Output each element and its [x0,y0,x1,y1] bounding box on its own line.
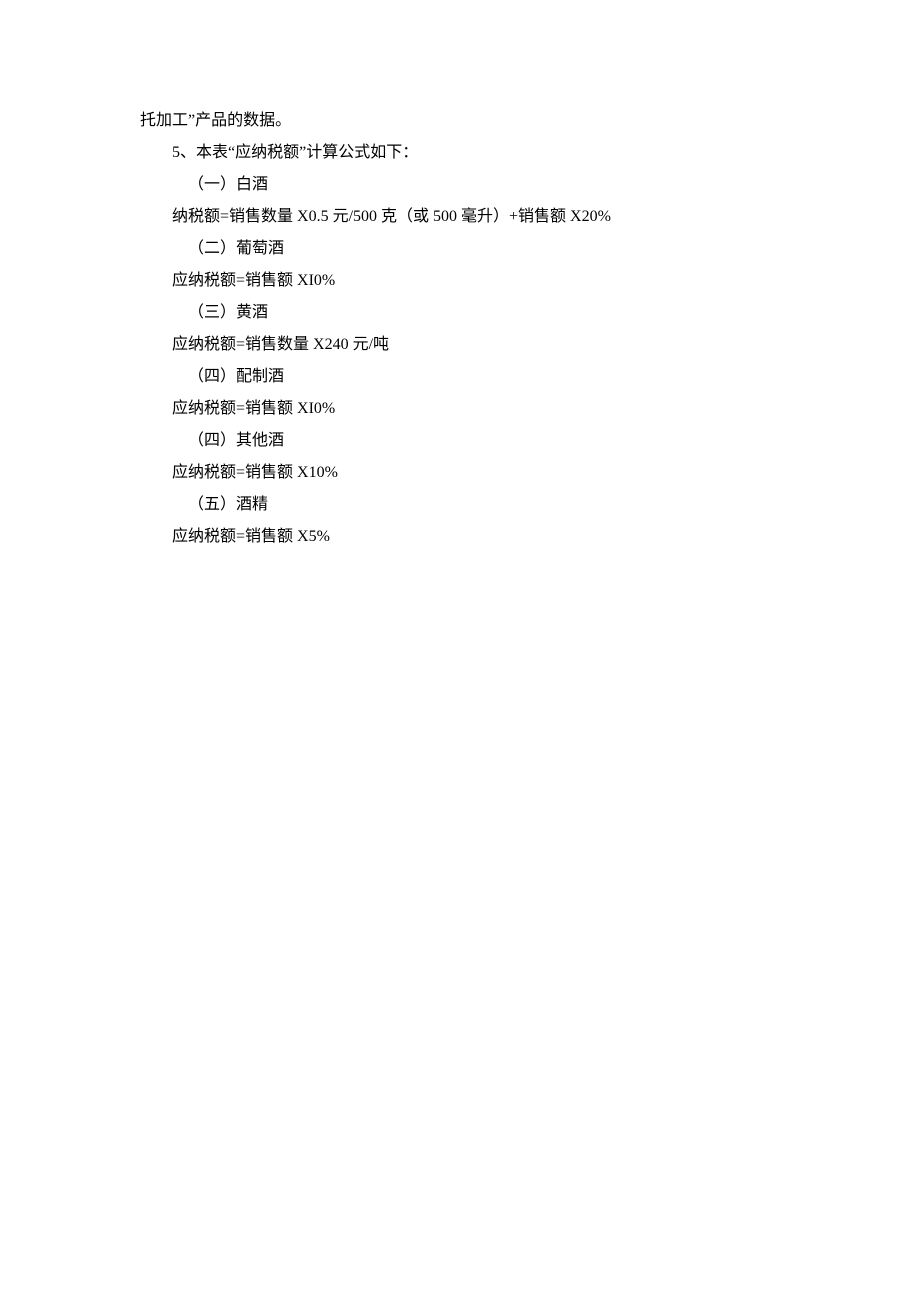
text-line: 应纳税额=销售额 XI0% [140,393,820,425]
text-line: 应纳税额=销售额 X5% [140,521,820,553]
text-line: 托加工”产品的数据。 [140,105,820,137]
text-line: （四）配制酒 [140,361,820,393]
text-line: （三）黄酒 [140,297,820,329]
text-line: 应纳税额=销售额 XI0% [140,265,820,297]
text-line: 5、本表“应纳税额”计算公式如下： [140,137,820,169]
text-line: （二）葡萄酒 [140,233,820,265]
text-line: （五）酒精 [140,489,820,521]
text-line: 纳税额=销售数量 X0.5 元/500 克（或 500 毫升）+销售额 X20% [140,201,820,233]
text-line: （一）白酒 [140,169,820,201]
text-line: 应纳税额=销售数量 X240 元/吨 [140,329,820,361]
text-line: 应纳税额=销售额 X10% [140,457,820,489]
text-line: （四）其他酒 [140,425,820,457]
